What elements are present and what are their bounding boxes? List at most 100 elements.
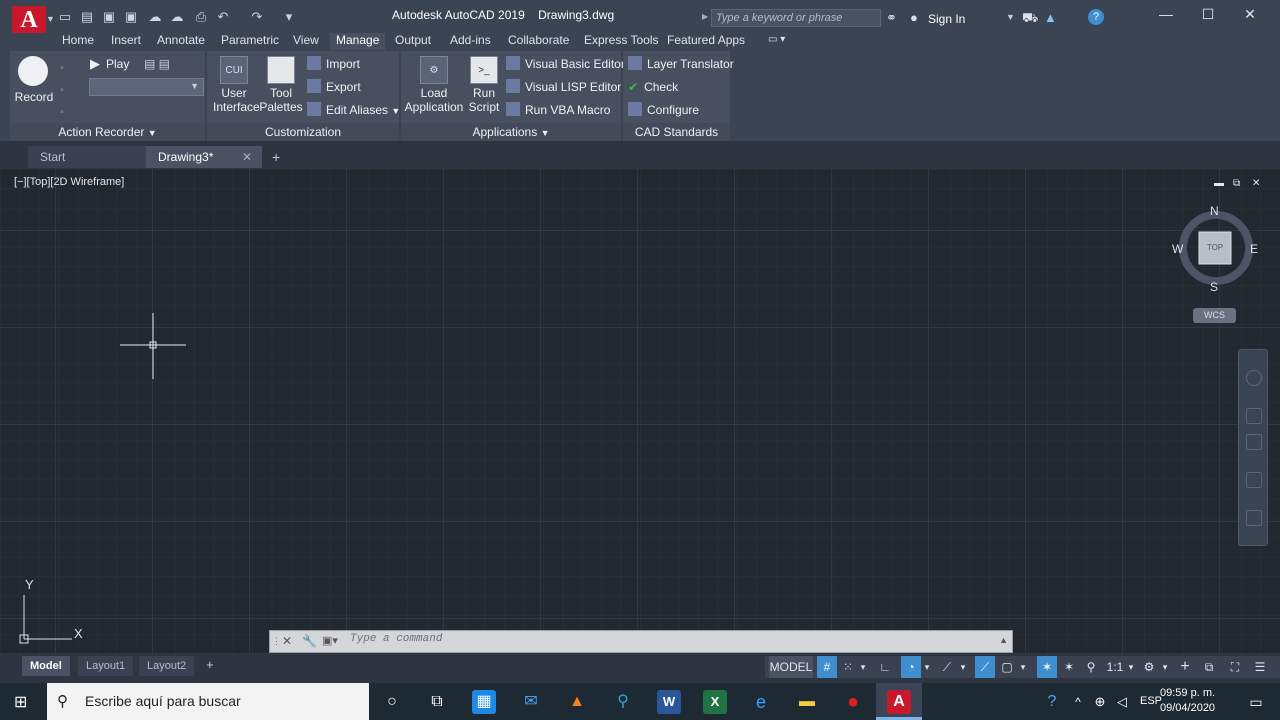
windows-start-icon[interactable]: ⊞ [14,692,27,712]
steering-wheel-icon[interactable] [1246,370,1262,386]
viewport-controls[interactable]: [−][Top][2D Wireframe] [14,176,124,188]
visual-lisp-editor-button[interactable]: Visual LISP Editor [506,78,621,96]
help-tray-icon[interactable]: ? [1040,690,1064,714]
export-button[interactable]: Export [307,78,361,96]
app-menu-chevron-icon[interactable]: ▼ [46,14,55,24]
command-history-icon[interactable]: ▲ [999,635,1008,645]
store-icon[interactable]: ▦ [472,690,496,714]
viewport-close-icon[interactable]: ✕ [1252,178,1260,189]
auto-scale-icon[interactable]: ✶ [1059,656,1079,678]
plot-icon[interactable]: ⎙ [194,10,208,24]
tab-layout1[interactable]: Layout1 [78,656,134,676]
customize-wrench-icon[interactable]: 🔧 [302,634,317,648]
command-input[interactable]: Type a command [350,633,442,645]
drawing-canvas[interactable] [0,169,1280,653]
recent-commands-icon[interactable]: ▣▾ [322,634,338,647]
snap-toggle-icon[interactable]: ⁙ [839,656,857,678]
new-tab-plus-icon[interactable]: + [272,149,280,165]
tab-layout2[interactable]: Layout2 [139,656,195,676]
object-snap-tracking-icon[interactable]: ⟋ [975,656,995,678]
edit-aliases-button[interactable]: Edit Aliases ▼ [307,101,400,119]
scale-chevron-icon[interactable]: ▾ [1125,656,1137,678]
redo-icon[interactable]: ↷ [250,10,264,24]
viewport-minimize-icon[interactable]: ▬ [1214,178,1224,189]
task-view-icon[interactable]: ⧉ [425,690,449,714]
tab-featured-apps[interactable]: Featured Apps [661,33,751,50]
annotation-scale-value[interactable]: 1:1 [1103,656,1127,678]
tab-model[interactable]: Model [22,656,70,676]
help-icon[interactable]: ? [1088,9,1104,25]
annotation-monitor-icon[interactable]: + [1175,656,1195,678]
undo-icon[interactable]: ↶ [216,10,230,24]
play-button[interactable]: ▶ Play [90,55,129,73]
search-app-icon[interactable]: ⚲ [611,690,635,714]
taskbar-search-input[interactable]: Escribe aquí para buscar [47,683,369,720]
close-command-icon[interactable]: ✕ [282,634,292,648]
workspace-gear-icon[interactable]: ⚙ [1139,656,1159,678]
tab-start[interactable]: Start [28,146,146,168]
search-input[interactable]: Type a keyword or phrase [711,9,881,27]
object-snap-icon[interactable]: ▢ [997,656,1017,678]
model-space-button[interactable]: MODEL [769,656,813,678]
tab-drawing3[interactable]: Drawing3* ✕ [146,146,262,168]
open-icon[interactable]: ▤ [80,10,94,24]
load-application-button[interactable]: ⚙ Load Application [403,56,465,114]
minimize-button[interactable]: — [1146,6,1186,24]
osnap-chevron-icon[interactable]: ▾ [1017,656,1029,678]
cloud-save-icon[interactable]: ☁ [170,10,184,24]
close-button[interactable]: ✕ [1230,6,1270,24]
layer-translator-button[interactable]: Layer Translator [628,55,734,73]
mail-icon[interactable]: ✉ [519,690,543,714]
tab-add-ins[interactable]: Add-ins [444,33,497,50]
polar-tracking-icon[interactable]: ◔ [901,656,921,678]
ribbon-minimize-icon[interactable]: ▭ ▾ [762,33,791,50]
volume-icon[interactable]: ◁ [1110,690,1134,714]
add-layout-plus-icon[interactable]: + [206,657,214,672]
grid-toggle-icon[interactable]: # [817,656,837,678]
grip-icon[interactable]: ⋮ [272,631,282,652]
file-explorer-icon[interactable]: ▬ [795,690,819,714]
cortana-icon[interactable]: ○ [380,690,404,714]
compass-east[interactable]: E [1250,242,1258,256]
clean-screen-icon[interactable]: ⛶ [1225,656,1245,678]
matlab-icon[interactable]: ▲ [565,690,589,714]
cart-icon[interactable]: ⛟ [1022,10,1038,28]
viewcube-top-face[interactable]: TOP [1199,243,1231,252]
record-icon[interactable] [18,56,48,86]
polar-chevron-icon[interactable]: ▾ [921,656,933,678]
viewport-restore-icon[interactable]: ⧉ [1233,178,1240,189]
check-button[interactable]: ✔ Check [628,78,678,96]
autocad-logo-button[interactable]: A [12,6,46,34]
panel-title-applications[interactable]: Applications ▼ [401,123,621,141]
a360-icon[interactable]: ▲ [1044,10,1057,25]
edge-icon[interactable]: e [749,690,773,714]
sign-in-chevron-icon[interactable]: ▼ [1006,12,1015,22]
search-expand-icon[interactable]: ▶ [702,12,708,21]
panel-title-action-recorder[interactable]: Action Recorder ▼ [10,123,205,141]
excel-icon[interactable]: X [703,690,727,714]
isodraft-chevron-icon[interactable]: ▾ [957,656,969,678]
tab-parametric[interactable]: Parametric [215,33,285,50]
recorder-app-icon[interactable]: ● [841,690,865,714]
taskbar-clock[interactable]: 09:59 p. m. 09/04/2020 [1160,686,1215,716]
word-icon[interactable]: W [657,690,681,714]
macro-select[interactable]: ▼ [89,78,204,96]
maximize-button[interactable]: ☐ [1188,6,1228,24]
configure-button[interactable]: Configure [628,101,699,119]
tab-home[interactable]: Home [56,33,100,50]
save-as-icon[interactable]: ▣ [124,10,138,24]
tool-palettes-button[interactable]: Tool Palettes [259,56,303,114]
save-icon[interactable]: ▣ [102,10,116,24]
annotation-visibility-icon[interactable]: ✶ [1037,656,1057,678]
binoculars-icon[interactable]: ⚭ [886,10,897,26]
tab-insert[interactable]: Insert [105,33,147,50]
show-hidden-icons-icon[interactable]: ^ [1066,690,1090,714]
isodraft-icon[interactable]: ⟋ [937,656,957,678]
compass-south[interactable]: S [1210,280,1218,294]
run-script-button[interactable]: >_ Run Script [465,56,503,114]
network-icon[interactable]: ⊕ [1088,690,1112,714]
sign-in-button[interactable]: Sign In [928,12,965,26]
customization-menu-icon[interactable]: ☰ [1249,656,1271,678]
tab-collaborate[interactable]: Collaborate [502,33,575,50]
viewcube[interactable]: N S W E TOP [1172,204,1258,294]
